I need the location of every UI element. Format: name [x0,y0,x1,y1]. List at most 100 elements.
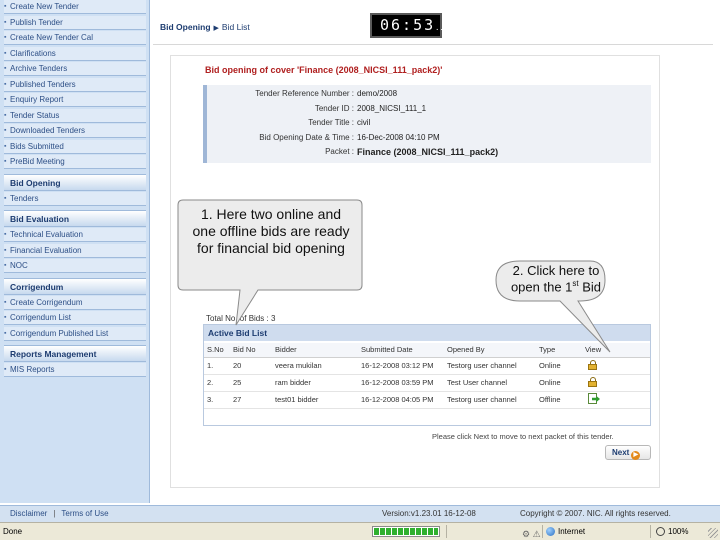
open-doc-icon[interactable] [588,393,600,404]
sidebar-link[interactable]: PreBid Meeting [4,155,146,169]
cell-bidder: ram bidder [272,374,358,392]
sidebar-section-header: Bid Evaluation [4,210,146,227]
cell-bid-no: 27 [230,391,272,409]
sidebar-section-header: Reports Management [4,345,146,362]
lock-icon[interactable] [588,376,597,387]
sidebar-link[interactable]: Create Corrigendum [4,295,146,310]
page-footer: Disclaimer | Terms of Use Version:v1.23.01… [0,505,720,522]
tender-field-label: Tender Reference Number : [255,89,354,98]
sidebar-link[interactable]: Corrigendum Published List [4,326,146,341]
status-security-icon: ⚙ ⚠ [522,529,541,539]
lock-icon[interactable] [588,359,597,370]
sidebar-link[interactable]: Enquiry Report [4,93,146,107]
column-header: Submitted Date [358,343,444,358]
sidebar-link[interactable]: Bids Submitted [4,139,146,154]
cell-bid-no: 25 [230,374,272,392]
footer-links: Disclaimer | Terms of Use [10,506,109,522]
next-packet-hint: Please click Next to move to next packet… [432,432,614,441]
cell-sno: 3. [204,391,230,409]
cell-date: 16-12-2008 03:59 PM [358,374,444,392]
cell-date: 16-12-2008 03:12 PM [358,357,444,375]
sidebar-link[interactable]: Publish Tender [4,15,146,30]
breadcrumb-arrow-icon: ▶ [213,25,219,32]
breadcrumb-link-bid-list[interactable]: Bid List [222,22,250,32]
clock-suffix: ... [435,24,448,32]
header-divider [153,44,713,45]
sidebar-link[interactable]: Create New Tender Cal [4,31,146,45]
status-text: Done [3,527,23,536]
cell-type: Online [536,374,582,392]
bid-table-header: S.No Bid No Bidder Submitted Date Opened By T… [204,343,650,358]
sidebar-link[interactable]: Corrigendum List [4,311,146,325]
total-bids: Total No. of Bids : 3 [206,314,275,323]
tender-field-label: Packet : [325,147,354,156]
zoom-icon[interactable] [656,527,665,536]
next-arrow-icon: ▶ [631,451,641,460]
table-row: 3. 27 test01 bidder 16-12-2008 04:05 PM Test… [204,391,650,409]
status-separator [542,525,543,538]
sidebar-section-header: Bid Opening [4,173,146,191]
bid-table-body: 1. 20 veera mukilan 16-12-2008 03:12 PM Test… [204,357,650,409]
sidebar-link[interactable]: Technical Evaluation [4,228,146,242]
zoom-level[interactable]: 100% [668,523,688,540]
cover-title: Bid opening of cover 'Finance (2008_NICS… [205,65,443,75]
lock-body [588,380,597,387]
sidebar-link[interactable]: MIS Reports [4,363,146,377]
sidebar-link[interactable]: Create New Tender [4,0,146,14]
sidebar-link[interactable]: Tenders [4,191,146,206]
footer-copyright: Copyright © 2007. NIC. All rights reserv… [520,509,671,518]
terms-link[interactable]: Terms of Use [61,509,108,518]
tender-field-value: 16-Dec-2008 04:10 PM [357,132,440,142]
tender-field-label: Tender Title : [308,118,354,127]
column-header: Bid No [230,343,272,358]
table-row: 2. 25 ram bidder 16-12-2008 03:59 PM Test Us… [204,374,650,392]
clock-time: 06:53 [380,16,436,34]
column-header: Opened By [444,343,536,358]
column-header: View [582,343,650,358]
cell-date: 16-12-2008 04:05 PM [358,391,444,409]
browser-status-bar: Done ⚙ ⚠ Internet 100% [0,522,720,540]
sidebar-link[interactable]: Archive Tenders [4,62,146,76]
tender-field-value: Finance (2008_NICSI_111_pack2) [357,147,499,157]
cell-opened-by: Testorg user channel [444,391,536,409]
lock-body [588,363,597,370]
sidebar-menu: Create New TenderPublish TenderCreate Ne… [0,0,150,503]
cell-opened-by: Testorg user channel [444,357,536,375]
status-separator [446,525,447,538]
tender-field-value: 2008_NICSI_111_1 [357,103,427,113]
sidebar-link[interactable]: Downloaded Tenders [4,124,146,138]
cell-opened-by: Test User channel [444,374,536,392]
breadcrumb: Bid Opening ▶ Bid List [160,22,250,32]
breadcrumb-current: Bid Opening [160,22,211,32]
column-header: Type [536,343,582,358]
cell-type: Online [536,357,582,375]
next-button[interactable]: Next ▶ [605,445,651,460]
cell-bidder: test01 bidder [272,391,358,409]
cell-view [582,391,650,409]
column-header: S.No [204,343,230,358]
cell-view [582,374,650,392]
sidebar-link[interactable]: Published Tenders [4,77,146,92]
active-bid-list-title: Active Bid List [204,325,650,341]
tender-field-label: Bid Opening Date & Time : [259,132,354,142]
footer-separator: | [53,509,56,518]
load-progress-bar [372,526,440,537]
tender-field-value: demo/2008 [357,89,398,98]
sidebar-link[interactable]: Clarifications [4,46,146,61]
session-clock: 06:53... [370,13,448,38]
table-row: 1. 20 veera mukilan 16-12-2008 03:12 PM Test… [204,357,650,375]
status-separator [650,525,651,538]
column-header: Bidder [272,343,358,358]
total-bids-label: Total No. of Bids : [206,314,269,323]
zone-label: Internet [558,527,586,536]
cell-bid-no: 20 [230,357,272,375]
resize-grip-icon[interactable] [708,528,718,538]
cell-view [582,357,650,375]
sidebar-link[interactable]: NOC [4,259,146,273]
page: Create New TenderPublish TenderCreate Ne… [0,0,720,540]
disclaimer-link[interactable]: Disclaimer [10,509,47,518]
active-bid-panel: Active Bid List S.No Bid No Bidder Submitte… [203,324,651,426]
cell-bidder: veera mukilan [272,357,358,375]
sidebar-link[interactable]: Financial Evaluation [4,243,146,258]
sidebar-link[interactable]: Tender Status [4,108,146,123]
